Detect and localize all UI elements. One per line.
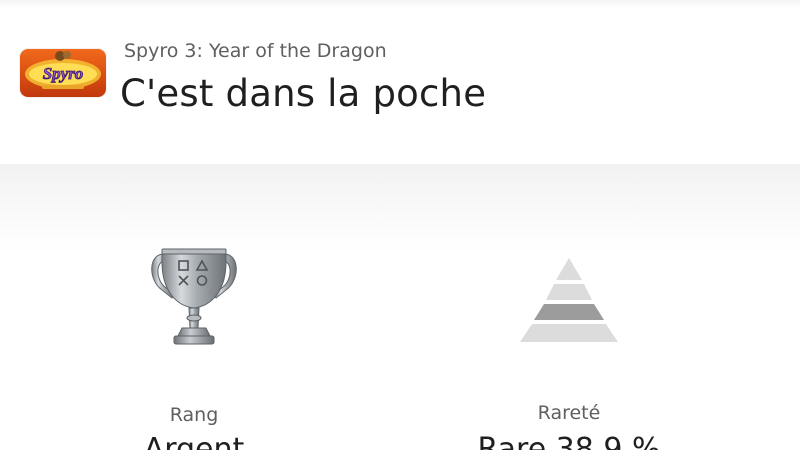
pyramid-tier-1 bbox=[556, 258, 582, 280]
trophy-name: C'est dans la poche bbox=[120, 72, 487, 115]
game-icon-art: Spyro bbox=[20, 49, 106, 97]
rank-value: Argent bbox=[143, 432, 245, 450]
silver-trophy-icon bbox=[146, 246, 242, 366]
pyramid-tier-2 bbox=[546, 284, 592, 300]
pyramid-tier-4 bbox=[520, 324, 618, 342]
trophy-header: Spyro Spyro 3: Year of the Dragon C'est … bbox=[0, 28, 800, 164]
rarity-label: Rareté bbox=[537, 402, 601, 424]
spyro-game-icon[interactable]: Spyro bbox=[20, 49, 106, 97]
game-title[interactable]: Spyro 3: Year of the Dragon bbox=[124, 40, 387, 62]
rarity-pyramid-icon bbox=[512, 256, 626, 354]
top-divider bbox=[0, 0, 800, 8]
rank-label: Rang bbox=[169, 404, 219, 426]
pyramid-tier-3 bbox=[534, 304, 604, 320]
rarity-value: Rare 38,9 % bbox=[477, 432, 661, 450]
trophy-detail-page: Spyro Spyro 3: Year of the Dragon C'est … bbox=[0, 0, 800, 450]
game-icon-logo-text: Spyro bbox=[43, 64, 84, 83]
trophy-stats-panel: Rang Argent Rareté Rare 38,9 % bbox=[0, 164, 800, 450]
